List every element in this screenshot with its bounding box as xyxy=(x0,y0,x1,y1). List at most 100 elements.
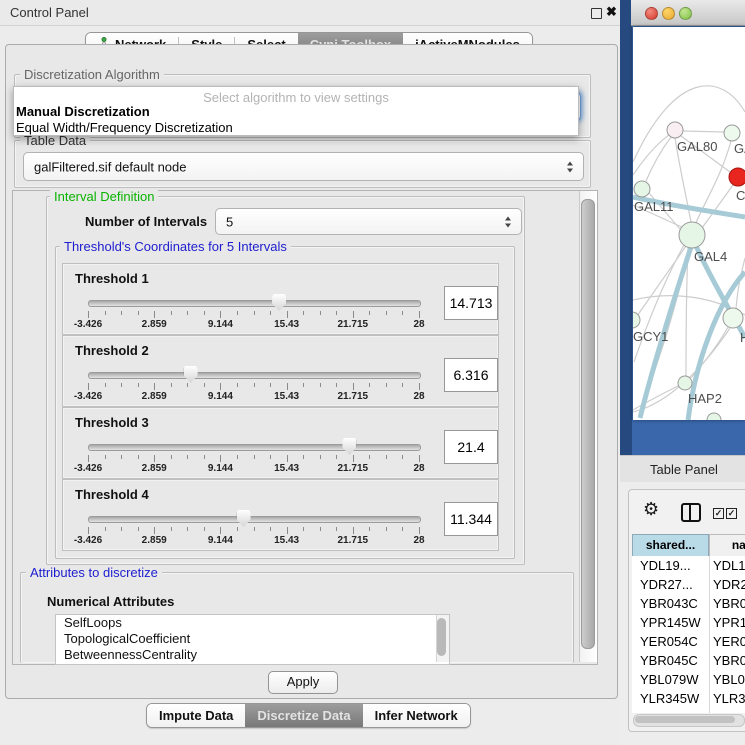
attribute-item[interactable]: BetweennessCentrality xyxy=(56,647,449,663)
slider-tick-label: 28 xyxy=(413,535,424,546)
network-node-gal80[interactable] xyxy=(667,122,683,138)
checkbox-icon[interactable]: ✓ xyxy=(726,508,737,519)
threshold-value-field[interactable]: 14.713 xyxy=(444,286,498,320)
table-row[interactable]: YBL079WYBL0 xyxy=(632,670,745,689)
number-of-intervals-combobox[interactable]: 5 xyxy=(215,208,522,235)
table-row[interactable]: YLR345WYLR3 xyxy=(632,689,745,708)
network-window-titlebar[interactable] xyxy=(631,0,745,26)
cell-shared-name: YIL052C xyxy=(640,710,691,713)
network-node-label: GAL11 xyxy=(634,199,674,214)
table-row[interactable]: YIL052CYIL0 xyxy=(632,708,745,713)
slider-tick-label: 15.43 xyxy=(274,319,299,330)
cell-name: YBL0 xyxy=(713,672,745,687)
slider-tick xyxy=(320,527,321,531)
slider-track[interactable] xyxy=(88,516,421,523)
slider-tick xyxy=(187,527,188,531)
slider-tick xyxy=(121,311,122,315)
cell-shared-name: YER054C xyxy=(640,634,698,649)
threshold-value-field[interactable]: 6.316 xyxy=(444,358,498,392)
network-node-c[interactable] xyxy=(729,168,745,186)
threshold-panel-2: Threshold 2-3.4262.8599.14415.4321.71528… xyxy=(62,335,499,407)
network-node-hap2[interactable] xyxy=(678,376,692,390)
slider-thumb[interactable] xyxy=(184,366,198,383)
algorithm-option-1[interactable]: Manual Discretization xyxy=(16,104,576,119)
slider-tick-label: 21.715 xyxy=(338,391,369,402)
apply-button[interactable]: Apply xyxy=(268,671,338,694)
network-canvas[interactable]: GAL80GACGAL11GAL4GCY1HHAP2 xyxy=(633,27,745,420)
slider-tick-label: 15.43 xyxy=(274,391,299,402)
algorithm-prompt-item[interactable]: Select algorithm to view settings xyxy=(14,90,578,105)
slider-tick xyxy=(220,455,221,462)
attribute-item[interactable]: SelfLoops xyxy=(56,615,449,631)
float-window-icon[interactable] xyxy=(591,8,602,19)
slider-tick xyxy=(402,383,403,387)
slider-track[interactable] xyxy=(88,300,421,307)
minimize-traffic-light[interactable] xyxy=(662,7,675,20)
network-node-label: GAL4 xyxy=(694,249,727,264)
slider-tick xyxy=(171,383,172,387)
table-row[interactable]: YBR045CYBR0 xyxy=(632,651,745,670)
close-icon[interactable]: ✖ xyxy=(606,4,617,20)
slider-track[interactable] xyxy=(88,444,421,451)
attribute-item[interactable]: TopologicalCoefficient xyxy=(56,631,449,647)
horizontal-scrollbar-track[interactable] xyxy=(633,714,745,727)
algorithm-dropdown-popup: Select algorithm to view settings Manual… xyxy=(13,86,579,136)
numerical-attributes-list[interactable]: SelfLoopsTopologicalCoefficientBetweenne… xyxy=(55,614,450,665)
cell-shared-name: YDL19... xyxy=(640,558,691,573)
slider-tick-label: 9.144 xyxy=(208,391,233,402)
network-node-h[interactable] xyxy=(723,308,743,328)
vertical-scrollbar-thumb[interactable] xyxy=(581,199,595,649)
network-node[interactable] xyxy=(707,413,721,420)
threshold-value-field[interactable]: 21.4 xyxy=(444,430,498,464)
slider-tick xyxy=(402,527,403,531)
network-node-label: GCY1 xyxy=(633,329,668,344)
threshold-label: Threshold 4 xyxy=(75,487,149,502)
slider-thumb[interactable] xyxy=(272,294,286,311)
checkbox-icon[interactable]: ✓ xyxy=(713,508,724,519)
network-node-ga[interactable] xyxy=(724,125,740,141)
table-row[interactable]: YDL19...YDL1 xyxy=(632,556,745,575)
slider-tick xyxy=(419,311,420,318)
algorithm-option-2[interactable]: Equal Width/Frequency Discretization xyxy=(16,120,576,135)
table-data-combobox[interactable]: galFiltered.sif default node xyxy=(23,152,584,181)
slider-tick-label: 9.144 xyxy=(208,463,233,474)
settings-gear-icon[interactable]: ⚙ xyxy=(643,500,659,518)
table-row[interactable]: YPR145WYPR1 xyxy=(632,613,745,632)
tab-impute-data[interactable]: Impute Data xyxy=(147,704,245,727)
attributes-scrollbar-thumb[interactable] xyxy=(437,618,446,656)
table-row[interactable]: YBR043CYBR0 xyxy=(632,594,745,613)
close-traffic-light[interactable] xyxy=(645,7,658,20)
network-node-gal4[interactable] xyxy=(679,222,705,248)
slider-thumb[interactable] xyxy=(342,438,356,455)
control-panel-titlebar: Control Panel ✖ xyxy=(0,0,620,26)
slider-track[interactable] xyxy=(88,372,421,379)
cell-name: YBR0 xyxy=(713,653,745,668)
slider-tick xyxy=(121,455,122,459)
cell-name: YLR3 xyxy=(713,691,745,706)
window-edge xyxy=(620,0,632,455)
network-edge[interactable] xyxy=(702,185,733,228)
table-row[interactable]: YDR27...YDR2 xyxy=(632,575,745,594)
slider-tick-label: 21.715 xyxy=(338,463,369,474)
column-header-2[interactable]: name xyxy=(709,534,745,557)
zoom-traffic-light[interactable] xyxy=(679,7,692,20)
tab-infer-network[interactable]: Infer Network xyxy=(363,704,470,727)
interval-definition-label: Interval Definition xyxy=(50,190,158,203)
column-header-1[interactable]: shared... xyxy=(632,534,709,557)
slider-tick xyxy=(138,455,139,459)
threshold-value-field[interactable]: 11.344 xyxy=(444,502,498,536)
network-node-gcy1[interactable] xyxy=(633,312,640,328)
column-layout-icon[interactable] xyxy=(681,503,701,522)
slider-tick xyxy=(386,455,387,459)
network-edge[interactable] xyxy=(633,386,678,410)
slider-thumb[interactable] xyxy=(237,510,251,527)
cell-name: YDR2 xyxy=(713,577,745,592)
table-row[interactable]: YER054CYER0 xyxy=(632,632,745,651)
slider-tick xyxy=(237,527,238,531)
slider-tick xyxy=(254,455,255,459)
network-edge[interactable] xyxy=(683,131,724,132)
tab-discretize-data[interactable]: Discretize Data xyxy=(245,704,362,727)
network-node-gal11[interactable] xyxy=(634,181,650,197)
slider-tick-label: 2.859 xyxy=(142,463,167,474)
horizontal-scrollbar-thumb[interactable] xyxy=(635,716,735,723)
